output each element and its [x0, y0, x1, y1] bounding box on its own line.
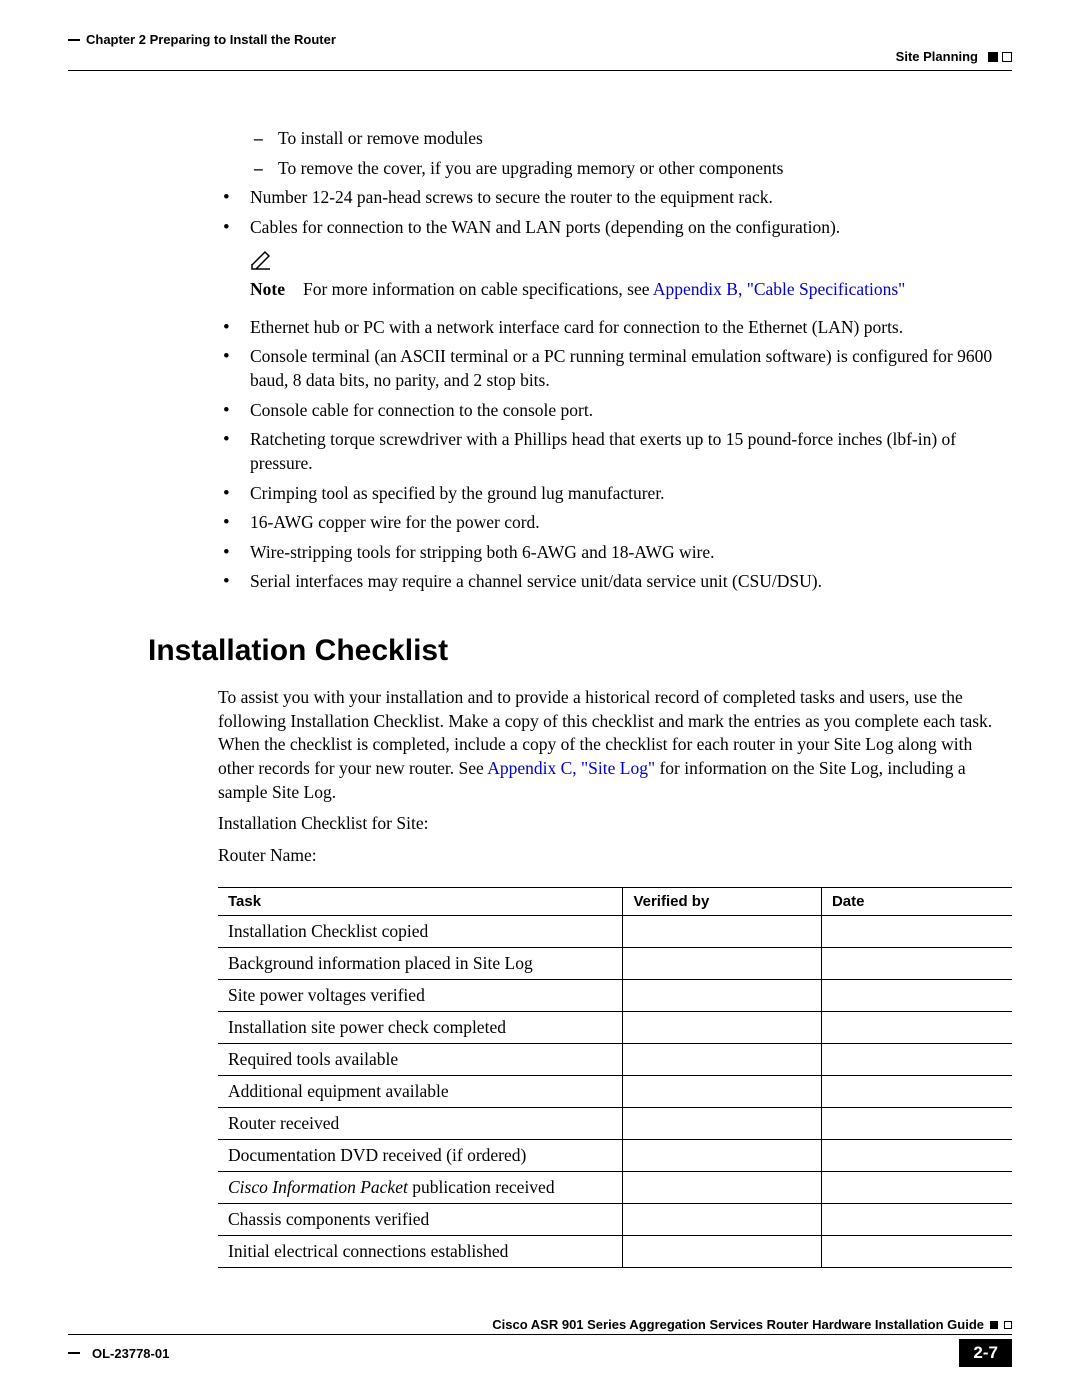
date-cell: [821, 980, 1012, 1012]
task-cell: Background information placed in Site Lo…: [218, 948, 623, 980]
list-item: Number 12-24 pan-head screws to secure t…: [218, 186, 1012, 210]
table-row: Additional equipment available: [218, 1076, 1012, 1108]
square-solid-icon: [988, 52, 998, 62]
note-block: Note For more information on cable speci…: [250, 250, 1012, 302]
table-row: Required tools available: [218, 1044, 1012, 1076]
square-outline-icon: [1004, 1321, 1012, 1329]
table-row: Initial electrical connections establish…: [218, 1236, 1012, 1268]
header-rule-icon: [68, 39, 80, 41]
task-cell: Initial electrical connections establish…: [218, 1236, 623, 1268]
appendix-b-link[interactable]: Appendix B, "Cable Specifications": [653, 279, 905, 299]
footer-guide-title: Cisco ASR 901 Series Aggregation Service…: [492, 1317, 984, 1332]
footer-divider: [68, 1334, 1012, 1335]
bullet-list: Ethernet hub or PC with a network interf…: [218, 316, 1012, 594]
verified-cell: [623, 1204, 822, 1236]
table-row: Site power voltages verified: [218, 980, 1012, 1012]
date-cell: [821, 1140, 1012, 1172]
verified-cell: [623, 916, 822, 948]
verified-cell: [623, 1012, 822, 1044]
list-item: 16-AWG copper wire for the power cord.: [218, 511, 1012, 535]
appendix-c-link[interactable]: Appendix C, "Site Log": [487, 758, 655, 778]
table-row: Documentation DVD received (if ordered): [218, 1140, 1012, 1172]
list-item: Console terminal (an ASCII terminal or a…: [218, 345, 1012, 392]
table-row: Installation Checklist copied: [218, 916, 1012, 948]
task-cell: Cisco Information Packet publication rec…: [218, 1172, 623, 1204]
dash-list: To install or remove modules To remove t…: [218, 127, 1012, 180]
pencil-note-icon: [250, 250, 1012, 277]
task-cell: Site power voltages verified: [218, 980, 623, 1012]
col-verified-header: Verified by: [623, 888, 822, 916]
section-heading: Installation Checklist: [148, 634, 1012, 668]
square-solid-icon: [990, 1321, 998, 1329]
date-cell: [821, 1204, 1012, 1236]
footer-rule-icon: [68, 1352, 80, 1354]
list-item: Cables for connection to the WAN and LAN…: [218, 216, 1012, 240]
date-cell: [821, 1044, 1012, 1076]
verified-cell: [623, 1140, 822, 1172]
square-outline-icon: [1002, 52, 1012, 62]
verified-cell: [623, 1108, 822, 1140]
task-cell: Documentation DVD received (if ordered): [218, 1140, 623, 1172]
checklist-site-line: Installation Checklist for Site:: [218, 812, 1012, 836]
page-content: To install or remove modules To remove t…: [68, 127, 1012, 1268]
date-cell: [821, 1076, 1012, 1108]
installation-checklist-table: Task Verified by Date Installation Check…: [218, 887, 1012, 1268]
bullet-list: Number 12-24 pan-head screws to secure t…: [218, 186, 1012, 239]
list-item: Console cable for connection to the cons…: [218, 399, 1012, 423]
verified-cell: [623, 980, 822, 1012]
date-cell: [821, 1236, 1012, 1268]
table-row: Installation site power check completed: [218, 1012, 1012, 1044]
table-header-row: Task Verified by Date: [218, 888, 1012, 916]
note-label: Note: [250, 278, 285, 302]
verified-cell: [623, 1172, 822, 1204]
verified-cell: [623, 1044, 822, 1076]
router-name-line: Router Name:: [218, 844, 1012, 868]
table-row: Chassis components verified: [218, 1204, 1012, 1236]
col-task-header: Task: [218, 888, 623, 916]
table-row: Background information placed in Site Lo…: [218, 948, 1012, 980]
header-divider: [68, 70, 1012, 71]
verified-cell: [623, 1076, 822, 1108]
list-item: Wire-stripping tools for stripping both …: [218, 541, 1012, 565]
verified-cell: [623, 948, 822, 980]
task-cell: Chassis components verified: [218, 1204, 623, 1236]
page-footer: Cisco ASR 901 Series Aggregation Service…: [68, 1317, 1012, 1367]
date-cell: [821, 948, 1012, 980]
list-item: Crimping tool as specified by the ground…: [218, 482, 1012, 506]
date-cell: [821, 1108, 1012, 1140]
section-label: Site Planning: [896, 49, 978, 64]
list-item: To install or remove modules: [218, 127, 1012, 151]
list-item: Ratcheting torque screwdriver with a Phi…: [218, 428, 1012, 475]
date-cell: [821, 916, 1012, 948]
task-cell: Router received: [218, 1108, 623, 1140]
col-date-header: Date: [821, 888, 1012, 916]
date-cell: [821, 1172, 1012, 1204]
table-row: Router received: [218, 1108, 1012, 1140]
footer-docnum: OL-23778-01: [68, 1346, 169, 1361]
task-cell: Additional equipment available: [218, 1076, 623, 1108]
list-item: Ethernet hub or PC with a network interf…: [218, 316, 1012, 340]
page-header-right: Site Planning: [68, 49, 1012, 64]
intro-paragraph: To assist you with your installation and…: [218, 686, 1012, 804]
task-cell: Required tools available: [218, 1044, 623, 1076]
verified-cell: [623, 1236, 822, 1268]
list-item: To remove the cover, if you are upgradin…: [218, 157, 1012, 181]
page-header-left: Chapter 2 Preparing to Install the Route…: [68, 32, 1012, 47]
note-text: For more information on cable specificat…: [303, 278, 905, 302]
list-item: Serial interfaces may require a channel …: [218, 570, 1012, 594]
page-number-badge: 2-7: [959, 1339, 1012, 1367]
task-cell: Installation Checklist copied: [218, 916, 623, 948]
task-cell: Installation site power check completed: [218, 1012, 623, 1044]
date-cell: [821, 1012, 1012, 1044]
table-row: Cisco Information Packet publication rec…: [218, 1172, 1012, 1204]
chapter-label: Chapter 2 Preparing to Install the Route…: [86, 32, 336, 47]
